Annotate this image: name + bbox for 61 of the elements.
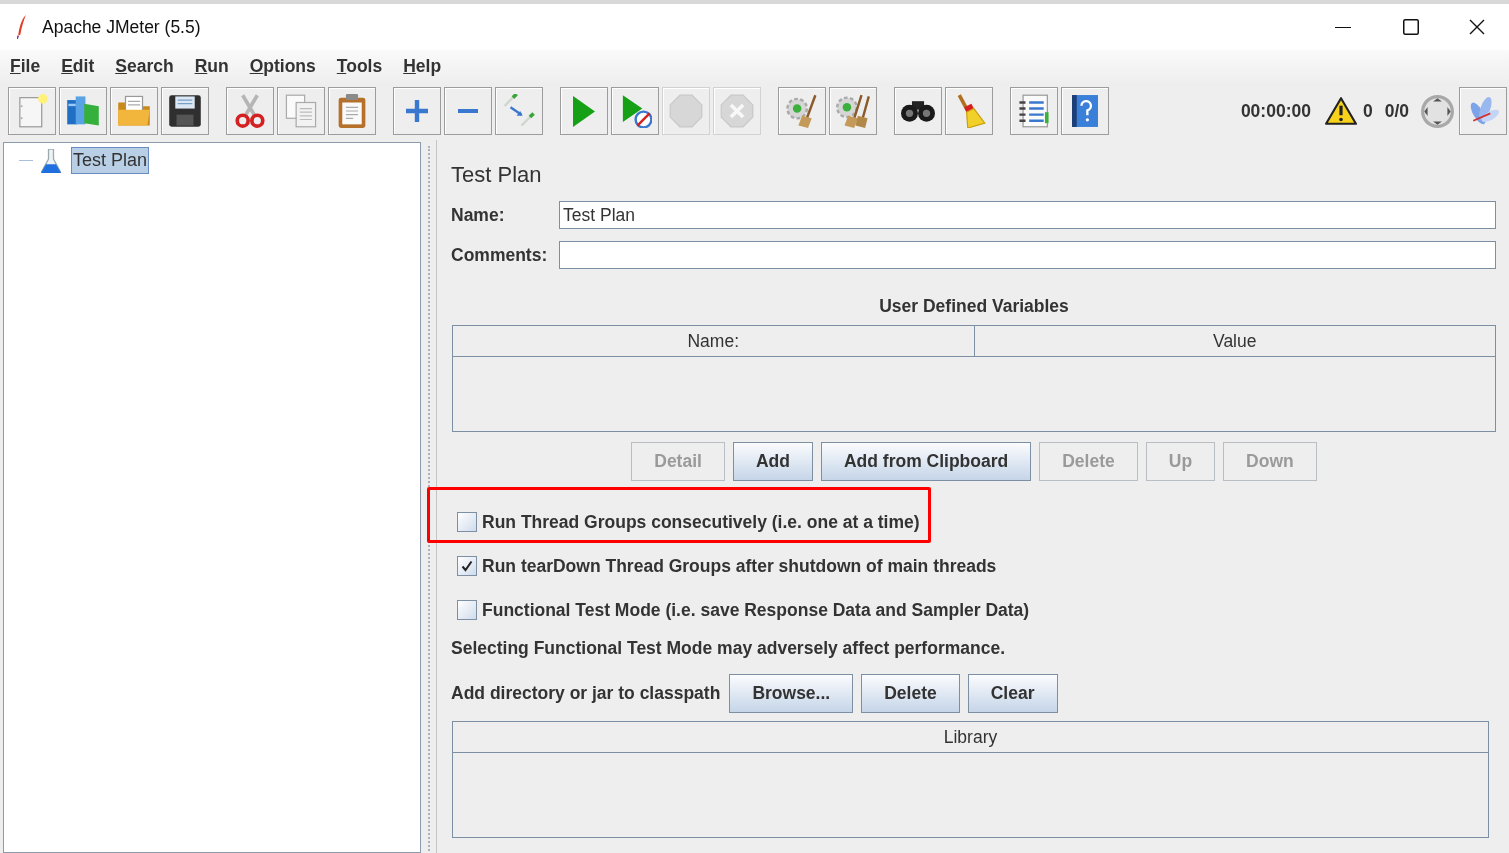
column-header[interactable]: Library [453, 722, 1488, 752]
copy-icon [284, 94, 318, 128]
button[interactable]: Add [732, 442, 813, 481]
minimize-icon [1335, 26, 1351, 28]
warning-icon [1324, 97, 1357, 125]
elapsed-time: 00:00:00 [1240, 99, 1311, 123]
checkbox[interactable] [457, 556, 477, 576]
folder-icon [117, 94, 151, 128]
plus-icon [406, 100, 428, 122]
toolbar-button[interactable] [1061, 87, 1109, 135]
checkbox[interactable] [457, 600, 477, 620]
maximize-icon [1403, 19, 1419, 35]
text-field[interactable] [559, 241, 1496, 269]
button[interactable]: Add from Clipboard [820, 442, 1032, 481]
checkbox-label[interactable]: Functional Test Mode (i.e. save Response Data and Sampler Data) [482, 596, 1030, 624]
feather-icon [17, 15, 27, 39]
books-icon [66, 94, 100, 128]
checkmark-icon [461, 560, 473, 572]
column-header[interactable]: Value [974, 326, 1495, 356]
stop-sign-icon [669, 94, 703, 128]
panel-title: Test Plan [451, 161, 542, 189]
menu-item[interactable]: Run [185, 52, 238, 80]
section-title: User Defined Variables [879, 296, 1069, 316]
checkbox-label[interactable]: Run tearDown Thread Groups after shutdown of main threads [482, 552, 997, 580]
tree-item[interactable]: Test Plan [71, 147, 150, 174]
text-field[interactable]: Test Plan [559, 201, 1496, 229]
note-text: Selecting Functional Test Mode may adversely affect performance. [451, 638, 1005, 658]
octagon-x-icon [720, 94, 754, 128]
menu-item[interactable]: File [1, 52, 50, 80]
checkbox-label[interactable]: Run Thread Groups consecutively (i.e. one at a time) [482, 508, 920, 536]
gear-brooms-icon [836, 94, 870, 128]
menu-item[interactable]: Edit [52, 52, 104, 80]
list-icon [1017, 94, 1051, 128]
thread-count: 0/0 [1384, 99, 1409, 123]
button[interactable]: Browse... [729, 674, 854, 713]
close-icon [1469, 19, 1485, 35]
binoculars-icon [901, 100, 935, 122]
play-icon [573, 95, 595, 127]
help-book-icon [1072, 95, 1098, 127]
minus-icon [457, 109, 479, 113]
flask-icon [41, 148, 61, 173]
button[interactable]: Clear [967, 674, 1058, 713]
warning-count: 0 [1362, 99, 1373, 123]
toolbar-button[interactable] [161, 87, 209, 135]
field-label: Comments: [451, 243, 549, 267]
menu-item[interactable]: Help [394, 52, 451, 80]
menu-item[interactable]: Search [106, 52, 183, 80]
toolbar-button[interactable] [894, 87, 942, 135]
menu-item[interactable]: Options [240, 52, 325, 80]
pins-arrow-icon [502, 94, 536, 128]
menu-item[interactable]: Tools [327, 52, 392, 80]
column-header[interactable]: Name: [453, 326, 975, 356]
splitter[interactable] [427, 146, 430, 853]
classpath-label: Add directory or jar to classpath [451, 682, 721, 706]
button[interactable]: Delete [861, 674, 960, 713]
ring-arrows-icon [1421, 94, 1454, 128]
checkbox[interactable] [457, 512, 477, 532]
field-label: Name: [451, 203, 506, 227]
scissors-icon [233, 94, 267, 128]
gear-broom-icon [785, 94, 819, 128]
window-title: Apache JMeter (5.5) [42, 15, 201, 39]
